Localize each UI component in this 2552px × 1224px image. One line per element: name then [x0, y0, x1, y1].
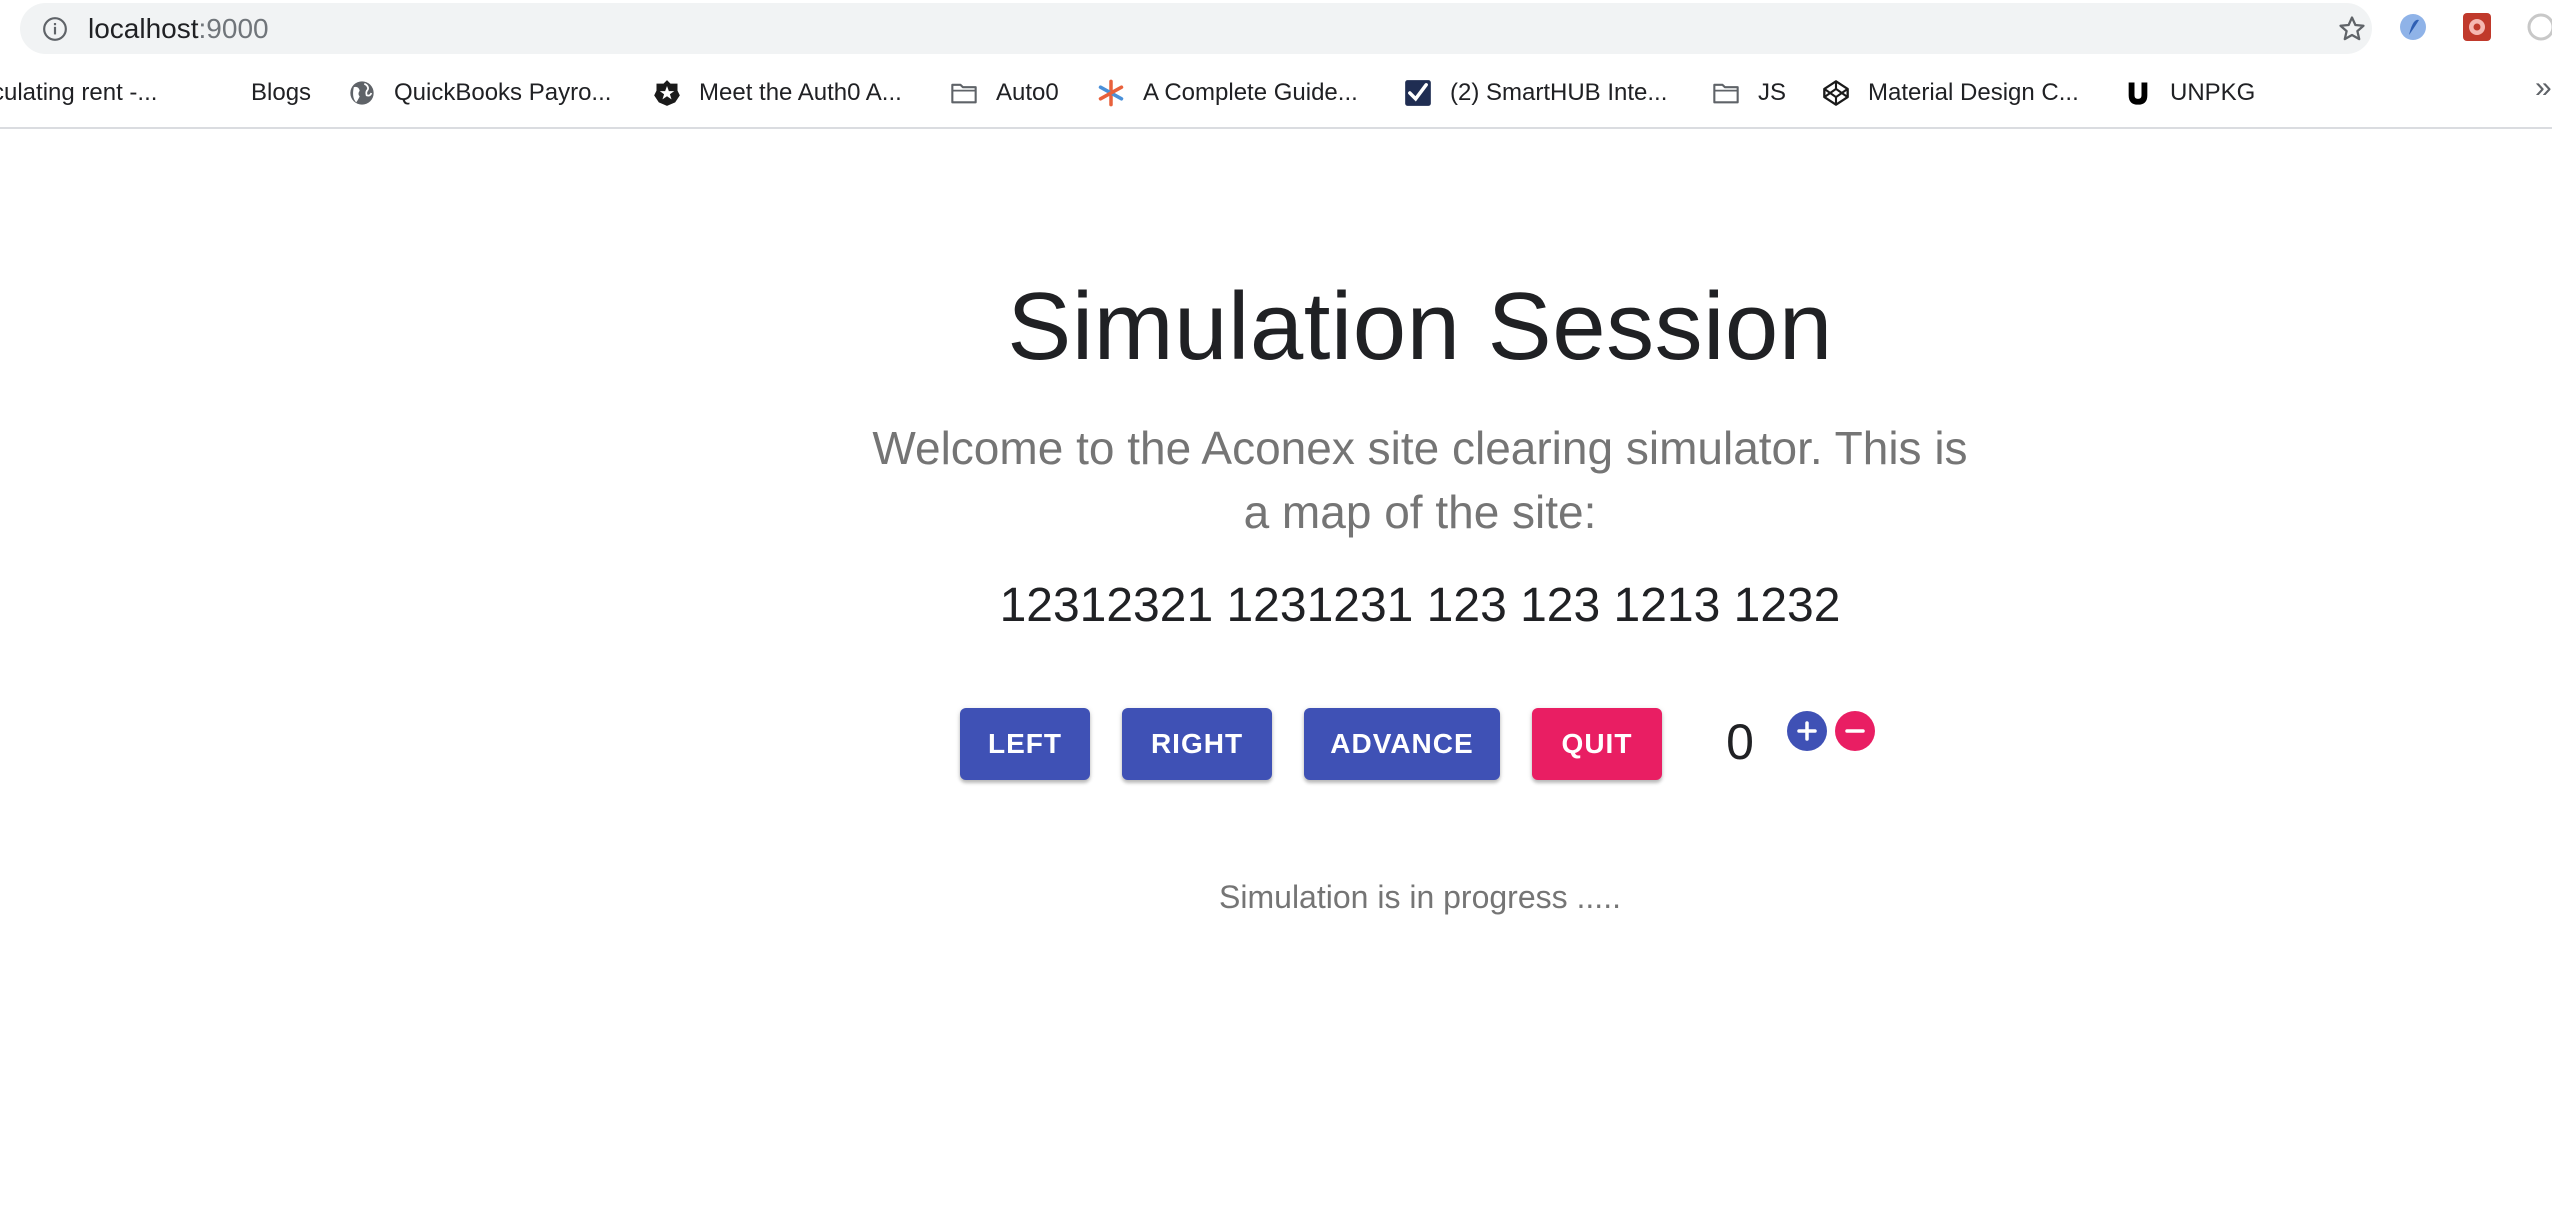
info-icon[interactable]: [42, 16, 68, 42]
left-button[interactable]: LEFT: [960, 708, 1090, 780]
address-bar[interactable]: localhost:9000: [20, 3, 2372, 54]
url-port: :9000: [198, 13, 269, 44]
bookmark-label: Blogs: [251, 79, 312, 106]
bookmark-item[interactable]: Meet the Auth0 A...: [653, 77, 902, 109]
folder-icon: [1713, 83, 1739, 104]
folder-icon: [951, 83, 977, 104]
bookmark-label: Auto0: [996, 79, 1059, 106]
counter-value: 0: [1726, 714, 1754, 770]
bookmark-label: culating rent -...: [0, 79, 158, 106]
bookmark-item[interactable]: Blogs: [251, 77, 311, 109]
site-map: 12312321 1231231 123 123 1213 1232: [999, 579, 1841, 632]
asterisk-icon: [1098, 79, 1124, 107]
extension-icon[interactable]: [2462, 12, 2492, 42]
auth0-icon: [654, 80, 680, 106]
quit-button[interactable]: QUIT: [1532, 708, 1662, 780]
bookmarks-overflow-button[interactable]: »: [2535, 71, 2552, 105]
advance-button[interactable]: ADVANCE: [1304, 708, 1500, 780]
bookmark-label: QuickBooks Payro...: [394, 79, 612, 106]
welcome-text: Welcome to the Aconex site clearing simu…: [872, 422, 1968, 538]
codepen-icon: [1823, 80, 1849, 106]
bookmark-folder[interactable]: Auto0: [950, 77, 1059, 109]
bookmark-folder[interactable]: JS: [1712, 77, 1786, 109]
minus-icon: [1845, 729, 1865, 733]
globe-icon: [350, 81, 374, 105]
bookmark-label: A Complete Guide...: [1143, 79, 1358, 106]
bookmark-label: JS: [1758, 79, 1787, 106]
bookmark-label: Meet the Auth0 A...: [699, 79, 902, 106]
page-title: Simulation Session: [1007, 273, 1833, 380]
status-text: Simulation is in progress .....: [1219, 879, 1621, 915]
bookmark-item[interactable]: A Complete Guide...: [1097, 77, 1358, 109]
plus-icon: [1797, 721, 1817, 741]
bookmark-label: Material Design C...: [1868, 79, 2079, 106]
decrement-button[interactable]: [1835, 711, 1875, 751]
unpkg-icon: [2128, 82, 2148, 105]
bookmark-item[interactable]: culating rent -...: [0, 77, 157, 109]
bookmark-item[interactable]: Material Design C...: [1822, 77, 2079, 109]
increment-button[interactable]: [1787, 711, 1827, 751]
bookmarks-bar: culating rent -... Blogs QuickBooks Payr…: [0, 57, 2552, 129]
extension-icon[interactable]: [2526, 12, 2552, 42]
bookmark-item[interactable]: (2) SmartHUB Inte...: [1404, 77, 1667, 109]
bookmark-item[interactable]: QuickBooks Payro...: [348, 77, 611, 109]
url-host: localhost: [88, 13, 199, 44]
bookmark-item[interactable]: UNPKG: [2124, 77, 2255, 109]
browser-toolbar: localhost:9000: [0, 0, 2552, 57]
extension-icon[interactable]: [2398, 12, 2428, 42]
url-text[interactable]: localhost:9000: [88, 13, 269, 45]
checkmark-icon: [1405, 80, 1431, 106]
bookmark-label: UNPKG: [2170, 79, 2256, 106]
bookmark-label: (2) SmartHUB Inte...: [1450, 79, 1668, 106]
right-button[interactable]: RIGHT: [1122, 708, 1272, 780]
page-content: Simulation Session Welcome to the Aconex…: [0, 131, 2552, 1224]
bookmark-star-icon[interactable]: [2337, 14, 2367, 44]
